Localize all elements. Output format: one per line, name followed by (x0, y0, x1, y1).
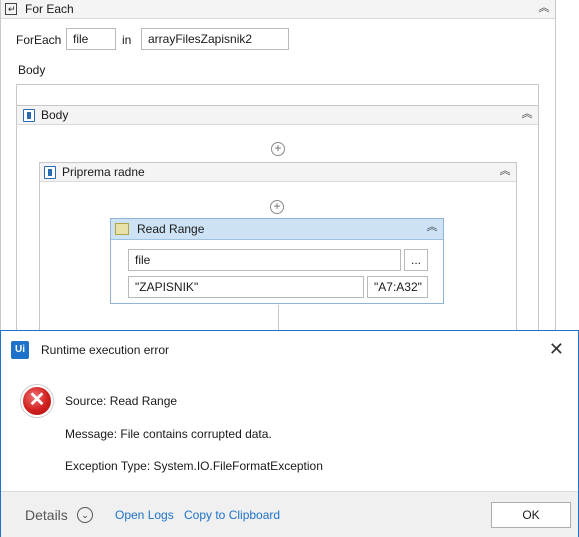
exception-type: Exception Type: System.IO.FileFormatExce… (65, 459, 323, 473)
excel-read-icon (115, 223, 129, 235)
sequence-icon (44, 165, 56, 179)
browse-button[interactable]: ... (404, 249, 428, 271)
close-icon[interactable]: ✕ (549, 340, 564, 358)
read-range-title: Read Range (137, 222, 205, 236)
sheet-name-input[interactable]: "ZAPISNIK" (128, 276, 364, 298)
foreach-collapse-icon[interactable]: ︽ (537, 2, 551, 16)
foreach-loop-icon: ↵ (5, 3, 17, 15)
foreach-label: ForEach (16, 33, 62, 47)
foreach-item-input[interactable]: file (66, 28, 116, 50)
copy-to-clipboard-link[interactable]: Copy to Clipboard (184, 508, 280, 522)
foreach-title: For Each (25, 2, 74, 16)
chevron-down-icon[interactable]: ⌄ (77, 507, 93, 523)
foreach-header[interactable]: ↵ For Each ︽ (1, 0, 555, 19)
read-range-collapse-icon[interactable]: ︽ (425, 221, 439, 235)
open-logs-link[interactable]: Open Logs (115, 508, 174, 522)
priprema-radne-title: Priprema radne (62, 165, 145, 179)
error-source: Source: Read Range (65, 394, 178, 408)
add-activity-icon[interactable]: + (271, 142, 285, 156)
priprema-collapse-icon[interactable]: ︽ (498, 165, 512, 179)
body-sequence-header[interactable]: Body ︽ (17, 106, 538, 125)
read-range-header[interactable]: Read Range ︽ (111, 219, 443, 240)
uipath-logo-icon: Ui (11, 341, 29, 359)
dialog-title: Runtime execution error (41, 343, 170, 357)
details-toggle-label[interactable]: Details (25, 507, 68, 523)
add-activity-icon[interactable]: + (270, 200, 284, 214)
body-sequence-title: Body (41, 108, 69, 122)
runtime-error-dialog[interactable]: Ui Runtime execution error ✕ ✕ Source: R… (0, 330, 579, 537)
error-message: Message: File contains corrupted data. (65, 427, 272, 441)
dialog-title-bar[interactable]: Ui Runtime execution error ✕ (1, 331, 578, 369)
range-input[interactable]: "A7:A32" (367, 276, 428, 298)
read-range-activity[interactable]: Read Range ︽ file ... "ZAPISNIK" "A7:A32… (110, 218, 444, 304)
foreach-collection-input[interactable]: arrayFilesZapisnik2 (141, 28, 289, 50)
foreach-in-label: in (122, 33, 132, 47)
body-collapse-icon[interactable]: ︽ (520, 108, 534, 122)
error-x-icon: ✕ (21, 385, 53, 417)
foreach-body-label: Body (18, 63, 46, 77)
workbook-path-input[interactable]: file (128, 249, 401, 271)
priprema-radne-header[interactable]: Priprema radne ︽ (40, 163, 516, 182)
dialog-footer: Details ⌄ Open Logs Copy to Clipboard OK (1, 491, 578, 537)
ok-button[interactable]: OK (491, 502, 571, 528)
sequence-icon (23, 108, 35, 122)
